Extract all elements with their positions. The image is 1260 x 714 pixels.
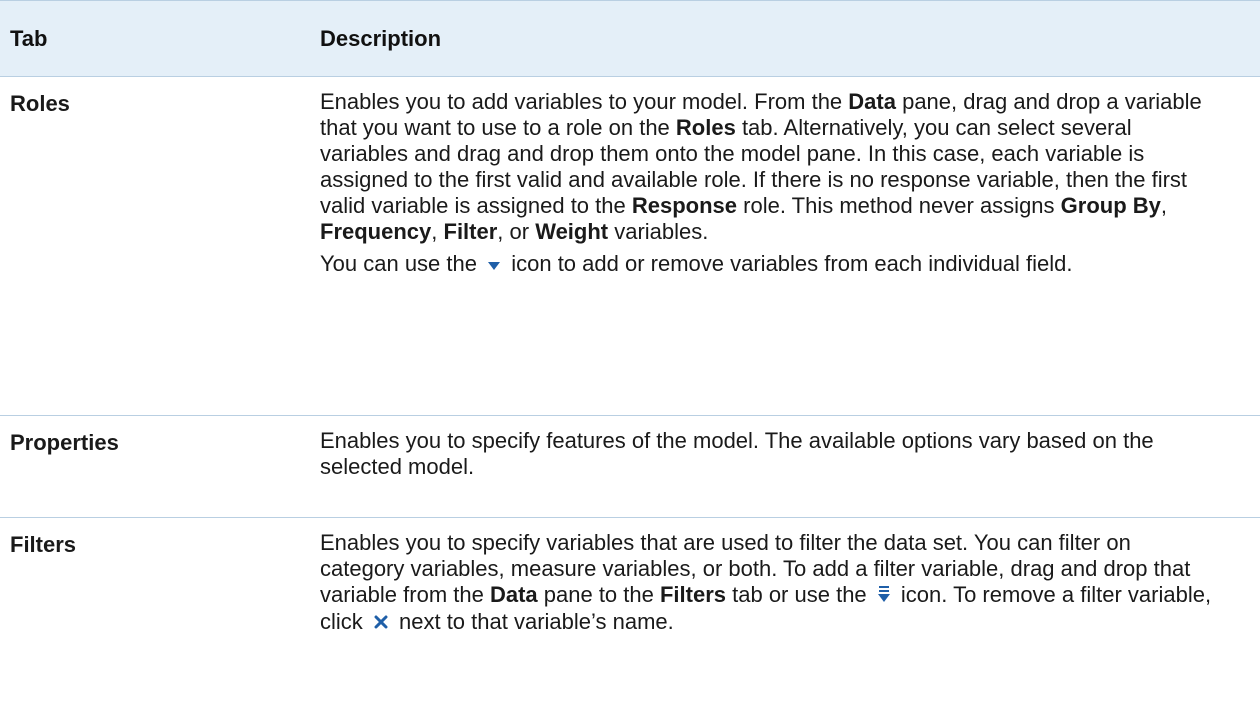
bold-term-filters: Filters bbox=[659, 582, 727, 607]
description-filters: Enables you to specify variables that ar… bbox=[320, 518, 1260, 714]
bold-term-weight: Weight bbox=[535, 219, 609, 244]
tab-name-filters: Filters bbox=[10, 532, 77, 557]
properties-paragraph: Enables you to specify features of the m… bbox=[320, 428, 1220, 480]
roles-paragraph-1: Enables you to add variables to your mod… bbox=[320, 89, 1220, 245]
text-segment: pane to the bbox=[537, 582, 660, 607]
header-description: Description bbox=[320, 25, 442, 51]
dropdown-arrow-icon bbox=[487, 252, 501, 278]
bold-term-frequency: Frequency bbox=[320, 219, 432, 244]
header-tab: Tab bbox=[10, 25, 48, 51]
tabs-description-table: Tab Description Roles Enables you to add… bbox=[0, 0, 1260, 714]
text-segment: , bbox=[431, 219, 444, 244]
roles-paragraph-2: You can use the icon to add or remove va… bbox=[320, 251, 1220, 278]
text-segment: next to that variable’s name. bbox=[392, 609, 674, 635]
bold-term-group-by: Group By bbox=[1060, 193, 1161, 218]
text-segment: tab or use the bbox=[726, 582, 873, 607]
table-row-properties: Properties Enables you to specify featur… bbox=[0, 416, 1260, 518]
bold-term-roles: Roles bbox=[675, 115, 736, 140]
text-segment: Enables you to add variables to your mod… bbox=[320, 89, 849, 114]
table-header-row: Tab Description bbox=[0, 1, 1260, 77]
text-segment: You can use the bbox=[320, 251, 484, 276]
bold-term-filter: Filter bbox=[443, 219, 498, 244]
table-row-filters: Filters Enables you to specify variables… bbox=[0, 518, 1260, 714]
description-roles: Enables you to add variables to your mod… bbox=[320, 77, 1260, 415]
text-segment: role. This method never assigns bbox=[737, 193, 1061, 218]
text-segment: , or bbox=[497, 219, 536, 244]
tab-name-properties: Properties bbox=[10, 430, 119, 455]
text-segment: , bbox=[1160, 193, 1168, 218]
close-x-icon bbox=[373, 610, 389, 636]
bold-term-data: Data bbox=[848, 89, 896, 114]
table-row-roles: Roles Enables you to add variables to yo… bbox=[0, 77, 1260, 416]
text-segment: icon to add or remove variables from eac… bbox=[505, 251, 1073, 276]
bold-term-data: Data bbox=[489, 582, 538, 607]
text-segment: Enables you to specify features of the m… bbox=[320, 428, 1154, 479]
filters-paragraph: Enables you to specify variables that ar… bbox=[320, 530, 1220, 636]
bold-term-response: Response bbox=[631, 193, 738, 218]
filter-dropdown-icon bbox=[877, 583, 891, 609]
description-properties: Enables you to specify features of the m… bbox=[320, 416, 1260, 517]
tab-name-roles: Roles bbox=[10, 91, 70, 116]
text-segment: variables. bbox=[608, 219, 709, 244]
